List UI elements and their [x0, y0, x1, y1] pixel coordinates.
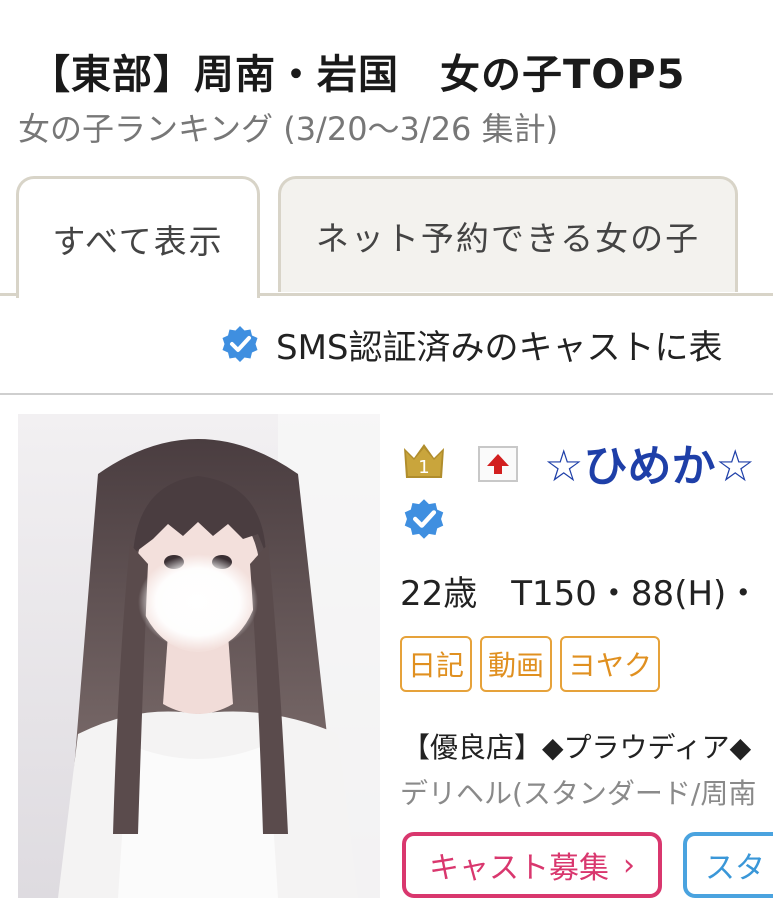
- tag-reserve[interactable]: ヨヤク: [560, 636, 661, 692]
- divider: [0, 393, 773, 395]
- page-subtitle: 女の子ランキング (3/20〜3/26 集計): [18, 110, 559, 148]
- crown-icon: 1: [404, 444, 444, 478]
- sms-notice-text: SMS認証済みのキャストに表: [276, 327, 723, 368]
- cast-recruit-button[interactable]: キャスト募集 ›: [402, 832, 662, 898]
- chevron-right-icon: ›: [623, 847, 635, 883]
- rank-up-badge: [478, 446, 518, 482]
- cast-tags: 日記 動画 ヨヤク: [400, 636, 661, 692]
- rank-up-arrow-icon: [487, 454, 509, 474]
- shop-category: デリヘル(スタンダード/周南: [400, 777, 757, 810]
- cast-photo[interactable]: [18, 414, 380, 898]
- tag-video[interactable]: 動画: [480, 636, 553, 692]
- staff-recruit-button[interactable]: スタ: [683, 832, 773, 898]
- sms-notice: SMS認証済みのキャストに表: [220, 322, 723, 368]
- cast-name[interactable]: ☆ひめか☆: [544, 430, 755, 494]
- tab-net-reservation[interactable]: ネット予約できる女の子: [278, 176, 738, 292]
- ranking-page: 【東部】周南・岩国 女の子TOP5 女の子ランキング (3/20〜3/26 集計…: [0, 0, 773, 911]
- cast-stats: 22歳 T150・88(H)・: [400, 574, 761, 614]
- cast-photo-image: [18, 414, 380, 898]
- page-title: 【東部】周南・岩国 女の子TOP5: [30, 52, 686, 98]
- verified-check-icon: [404, 499, 444, 539]
- rank-number: 1: [418, 457, 429, 478]
- cast-recruit-label: キャスト募集: [429, 851, 609, 886]
- verified-check-icon: [222, 326, 258, 362]
- shop-name[interactable]: 【優良店】◆プラウディア◆: [402, 726, 751, 766]
- tab-all[interactable]: すべて表示: [16, 176, 260, 298]
- tag-diary[interactable]: 日記: [400, 636, 473, 692]
